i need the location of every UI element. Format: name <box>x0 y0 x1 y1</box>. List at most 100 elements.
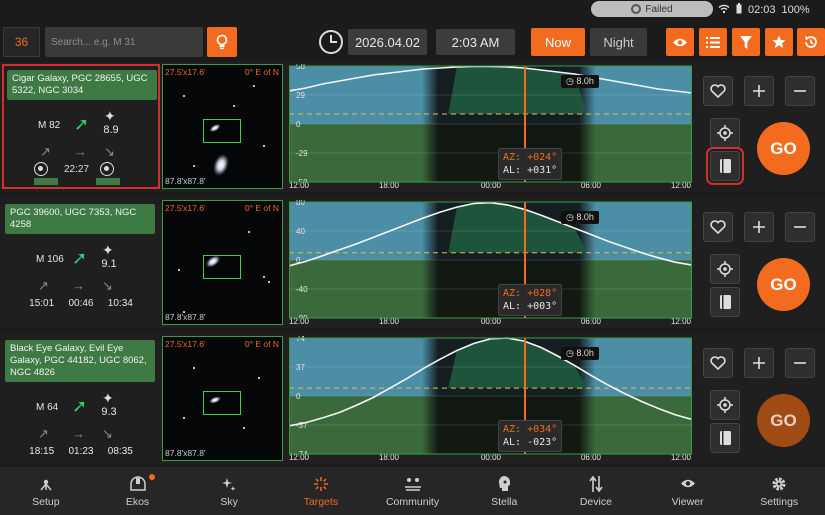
targets-toolbar: 36 2026.04.02 2:03 AM Now Night <box>0 22 825 60</box>
time-field[interactable]: 2:03 AM <box>436 29 515 55</box>
zoom-out-button[interactable] <box>785 212 815 242</box>
nav-sky[interactable]: Sky <box>183 467 275 515</box>
nav-community[interactable]: Community <box>367 467 459 515</box>
az-al-readout: AZ: +024° AL: +031° <box>498 148 563 180</box>
target-thumbnail[interactable]: 27.5'x17.6' 0° E of N 87.8'x87.8' <box>162 64 283 189</box>
altitude-value: AL: -023° <box>503 437 558 448</box>
visibility-filter-button[interactable] <box>666 28 694 56</box>
nav-stella[interactable]: Stella <box>458 467 550 515</box>
position-angle: 0° E of N <box>244 67 279 77</box>
nav-label: Community <box>385 495 440 508</box>
target-row[interactable]: Black Eye Galaxy, Evil Eye Galaxy, PGC 4… <box>0 334 825 464</box>
go-button[interactable]: GO <box>757 394 810 447</box>
nav-label: Device <box>579 495 612 508</box>
transit-time: 01:23 <box>68 446 94 457</box>
thumbnail-star <box>233 105 235 107</box>
y-tick-label: 40 <box>296 227 305 236</box>
target-row[interactable]: PGC 39600, UGC 7353, NGC 4258 M 106 ➚ ✦ 9.1 ↗… <box>0 198 825 328</box>
nav-settings[interactable]: Settings <box>733 467 825 515</box>
minus-icon <box>794 85 806 97</box>
date-field[interactable]: 2026.04.02 <box>348 29 427 55</box>
nav-ekos[interactable]: Ekos <box>92 467 184 515</box>
image-size: 87.8'x87.8' <box>165 312 206 322</box>
center-target-button[interactable] <box>710 254 740 284</box>
nav-viewer[interactable]: Viewer <box>642 467 734 515</box>
connection-status-badge[interactable]: Failed <box>591 1 713 17</box>
zoom-out-button[interactable] <box>785 348 815 378</box>
rise-arrow-icon: ↗ <box>40 144 51 159</box>
go-button[interactable]: GO <box>757 258 810 311</box>
crosshair-icon <box>717 125 733 141</box>
nav-device[interactable]: Device <box>550 467 642 515</box>
target-info-card[interactable]: Black Eye Galaxy, Evil Eye Galaxy, PGC 4… <box>2 336 160 461</box>
filter-button[interactable] <box>732 28 760 56</box>
device-icon <box>588 475 604 493</box>
set-time: 08:35 <box>107 446 133 457</box>
center-target-button[interactable] <box>710 390 740 420</box>
target-name[interactable]: Cigar Galaxy, PGC 28655, UGC 5322, NGC 3… <box>7 70 157 100</box>
reset-button[interactable] <box>797 28 825 56</box>
target-name[interactable]: PGC 39600, UGC 7353, NGC 4258 <box>5 204 155 234</box>
heart-icon <box>710 84 726 98</box>
zoom-in-button[interactable] <box>744 348 774 378</box>
set-ribbon <box>96 178 120 185</box>
az-al-readout: AZ: +028° AL: +003° <box>498 284 563 316</box>
rise-transit-set-times: 15:01 00:46 10:34 <box>2 298 156 309</box>
notification-dot <box>148 474 155 480</box>
nav-targets[interactable]: Targets <box>275 467 367 515</box>
thumbnail-star <box>263 145 265 147</box>
transit-arrow-icon: → <box>72 426 85 441</box>
transit-time: 00:46 <box>68 298 94 309</box>
favorite-button[interactable] <box>703 348 733 378</box>
favorite-button[interactable] <box>703 212 733 242</box>
target-count[interactable]: 36 <box>3 27 40 57</box>
notes-button[interactable] <box>706 147 744 185</box>
visibility-duration: ◷ 8.0h <box>561 347 599 360</box>
go-button[interactable]: GO <box>757 122 810 175</box>
visibility-duration: ◷ 8.0h <box>561 75 599 88</box>
zoom-out-button[interactable] <box>785 76 815 106</box>
search-input[interactable] <box>45 27 203 57</box>
timer-icon: ◷ <box>566 212 577 222</box>
nav-setup[interactable]: Setup <box>0 467 92 515</box>
timer-icon: ◷ <box>566 348 577 358</box>
timer-icon: ◷ <box>566 76 577 86</box>
list-button[interactable] <box>699 28 727 56</box>
target-thumbnail[interactable]: 27.5'x17.6' 0° E of N 87.8'x87.8' <box>162 200 283 325</box>
zoom-in-button[interactable] <box>744 76 774 106</box>
clock-icon[interactable] <box>319 30 343 54</box>
center-target-button[interactable] <box>710 118 740 148</box>
bulb-button[interactable] <box>207 27 237 57</box>
magnitude-icon: ✦ <box>102 242 114 258</box>
favorites-button[interactable] <box>765 28 793 56</box>
altitude-chart[interactable]: 80400-40-8012:0018:0000:0006:0012:00◷ 8.… <box>289 200 692 325</box>
target-info-card[interactable]: Cigar Galaxy, PGC 28655, UGC 5322, NGC 3… <box>2 64 160 189</box>
target-name[interactable]: Black Eye Galaxy, Evil Eye Galaxy, PGC 4… <box>5 340 155 382</box>
heart-icon <box>710 220 726 234</box>
y-tick-label: 29 <box>296 91 305 100</box>
altitude-value: AL: +031° <box>503 165 558 176</box>
altitude-chart-svg: 74370-37-7412:0018:0000:0006:0012:00 <box>289 336 692 461</box>
zoom-in-button[interactable] <box>744 212 774 242</box>
target-row[interactable]: Cigar Galaxy, PGC 28655, UGC 5322, NGC 3… <box>0 62 825 192</box>
nav-label: Targets <box>303 495 339 508</box>
azimuth-value: AZ: +034° <box>503 424 558 435</box>
notebook-icon <box>719 158 732 174</box>
thumbnail-star <box>268 281 270 283</box>
thumbnail-star <box>263 276 265 278</box>
battery-level: 100% <box>781 4 810 16</box>
magnitude-icon: ✦ <box>104 108 116 124</box>
now-button[interactable]: Now <box>531 28 585 56</box>
plus-icon <box>753 85 765 97</box>
night-button[interactable]: Night <box>590 28 647 56</box>
altitude-chart[interactable]: 74370-37-7412:0018:0000:0006:0012:00◷ 8.… <box>289 336 692 461</box>
transit-time: 22:27 <box>64 164 90 175</box>
fov-size: 27.5'x17.6' <box>165 203 206 213</box>
target-thumbnail[interactable]: 27.5'x17.6' 0° E of N 87.8'x87.8' <box>162 336 283 461</box>
notes-button[interactable] <box>710 423 740 453</box>
altitude-chart[interactable]: 58290-29-5812:0018:0000:0006:0012:00◷ 8.… <box>289 64 692 189</box>
notes-button[interactable] <box>710 287 740 317</box>
target-info-card[interactable]: PGC 39600, UGC 7353, NGC 4258 M 106 ➚ ✦ 9.1 ↗… <box>2 200 160 325</box>
position-angle: 0° E of N <box>244 339 279 349</box>
favorite-button[interactable] <box>703 76 733 106</box>
